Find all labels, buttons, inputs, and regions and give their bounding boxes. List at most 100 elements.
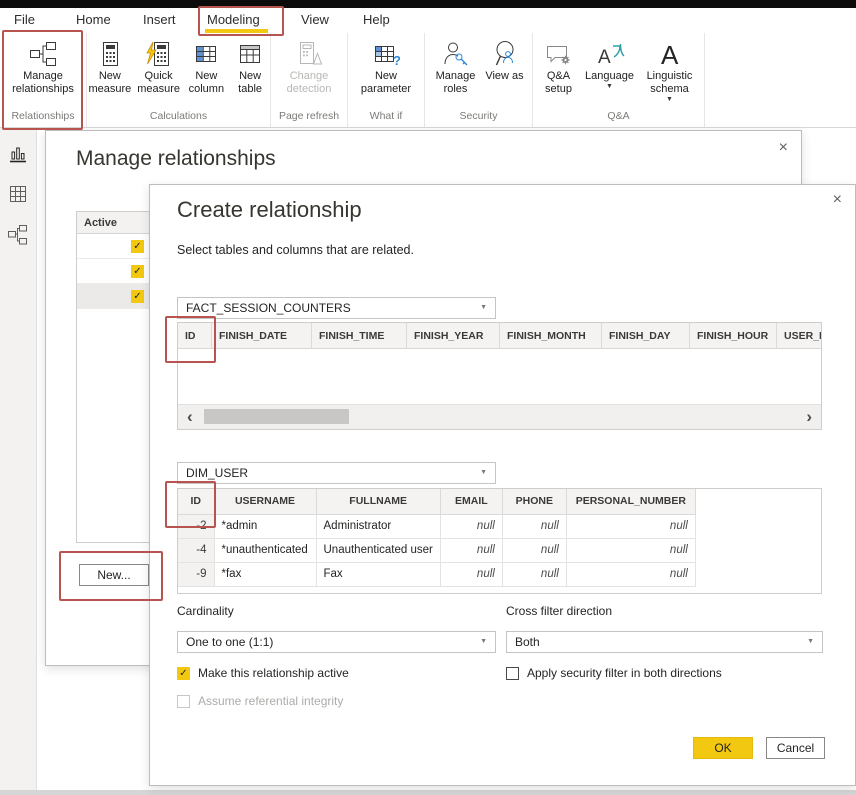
- cancel-button[interactable]: Cancel: [766, 737, 825, 759]
- cell-phone[interactable]: null: [502, 538, 566, 562]
- assume-referential-integrity-label: Assume referential integrity: [198, 694, 343, 708]
- ribbon-tab-bar: File Home Insert Modeling View Help: [0, 8, 856, 33]
- active-checkbox-checked[interactable]: ✓: [131, 240, 144, 253]
- column-header-id[interactable]: ID: [178, 489, 214, 514]
- dim-table-preview: ID USERNAME FULLNAME EMAIL PHONE PERSONA…: [177, 488, 822, 594]
- active-checkbox-checked[interactable]: ✓: [131, 290, 144, 303]
- cell-email[interactable]: null: [440, 514, 502, 538]
- make-relationship-active-label: Make this relationship active: [198, 666, 349, 680]
- scrollbar-thumb[interactable]: [204, 409, 349, 424]
- new-relationship-button[interactable]: New...: [79, 564, 149, 586]
- tab-insert[interactable]: Insert: [143, 12, 176, 27]
- table-row[interactable]: -9 *fax Fax null null null: [178, 562, 695, 586]
- cell-id[interactable]: -9: [178, 562, 214, 586]
- cell-id[interactable]: -4: [178, 538, 214, 562]
- chevron-down-icon: ▼: [606, 83, 613, 91]
- language-button[interactable]: A Language ▼: [583, 38, 637, 91]
- ok-button[interactable]: OK: [693, 737, 753, 759]
- new-column-button[interactable]: New column: [184, 38, 228, 96]
- ribbon-group-what-if: ? New parameter What if: [348, 33, 425, 127]
- svg-text:?: ?: [393, 53, 400, 67]
- active-checkbox-checked[interactable]: ✓: [131, 265, 144, 278]
- svg-text:A: A: [661, 40, 679, 68]
- new-measure-button[interactable]: New measure: [87, 38, 133, 96]
- column-header-finish-year[interactable]: FINISH_YEAR: [407, 323, 500, 348]
- column-header-finish-day[interactable]: FINISH_DAY: [602, 323, 690, 348]
- cell-fullname[interactable]: Unauthenticated user: [316, 538, 440, 562]
- cell-personal-number[interactable]: null: [566, 538, 695, 562]
- tab-home[interactable]: Home: [76, 12, 111, 27]
- tab-file[interactable]: File: [14, 12, 35, 27]
- dim-table-select[interactable]: DIM_USER ▼: [177, 462, 496, 484]
- ribbon-group-calculations: New measure Quick measure: [87, 33, 271, 127]
- ribbon: Manage relationships Relationships: [0, 33, 856, 128]
- column-header-finish-hour[interactable]: FINISH_HOUR: [690, 323, 777, 348]
- report-view-icon[interactable]: [8, 144, 28, 164]
- column-header-user-id[interactable]: USER_ID: [777, 323, 821, 348]
- table-row[interactable]: -2 *admin Administrator null null null: [178, 514, 695, 538]
- make-relationship-active-checkbox[interactable]: ✓ Make this relationship active: [177, 666, 349, 680]
- manage-relationships-icon: [28, 38, 58, 70]
- apply-security-filter-checkbox[interactable]: Apply security filter in both directions: [506, 666, 722, 680]
- linguistic-schema-button[interactable]: A Linguistic schema ▼: [639, 38, 701, 104]
- ribbon-group-page-refresh: Change detection Page refresh: [271, 33, 348, 127]
- cell-phone[interactable]: null: [502, 562, 566, 586]
- column-header-fullname[interactable]: FULLNAME: [316, 489, 440, 514]
- column-header-username[interactable]: USERNAME: [214, 489, 316, 514]
- quick-measure-button[interactable]: Quick measure: [135, 38, 183, 96]
- cell-personal-number[interactable]: null: [566, 514, 695, 538]
- manage-relationships-button[interactable]: Manage relationships: [4, 38, 82, 96]
- cell-email[interactable]: null: [440, 538, 502, 562]
- checkbox-disabled: [177, 695, 190, 708]
- column-header-finish-date[interactable]: FINISH_DATE: [212, 323, 312, 348]
- dropdown-caret-icon: ▼: [807, 638, 814, 646]
- manage-roles-button[interactable]: Manage roles: [431, 38, 481, 96]
- fact-table-select[interactable]: FACT_SESSION_COUNTERS ▼: [177, 297, 496, 319]
- cell-personal-number[interactable]: null: [566, 562, 695, 586]
- group-label-relationships: Relationships: [0, 109, 86, 127]
- column-header-email[interactable]: EMAIL: [440, 489, 502, 514]
- table-row[interactable]: -4 *unauthenticated Unauthenticated user…: [178, 538, 695, 562]
- qa-setup-button[interactable]: Q&A setup: [537, 38, 581, 96]
- speech-bubble-gear-icon: [545, 38, 573, 70]
- cross-filter-select[interactable]: Both ▼: [506, 631, 823, 653]
- cell-id[interactable]: -2: [178, 514, 214, 538]
- checkbox-unchecked[interactable]: [506, 667, 519, 680]
- cell-fullname[interactable]: Fax: [316, 562, 440, 586]
- tab-view[interactable]: View: [301, 12, 329, 27]
- column-header-id[interactable]: ID: [178, 323, 212, 348]
- tab-help[interactable]: Help: [363, 12, 390, 27]
- cell-username[interactable]: *unauthenticated: [214, 538, 316, 562]
- column-header-finish-month[interactable]: FINISH_MONTH: [500, 323, 602, 348]
- cell-username[interactable]: *admin: [214, 514, 316, 538]
- new-parameter-button[interactable]: ? New parameter: [356, 38, 416, 96]
- cell-username[interactable]: *fax: [214, 562, 316, 586]
- relationship-row[interactable]: ✓: [77, 259, 153, 284]
- change-detection-button: Change detection: [279, 38, 339, 96]
- view-as-button[interactable]: View as: [483, 38, 527, 83]
- column-header-finish-time[interactable]: FINISH_TIME: [312, 323, 407, 348]
- column-header-phone[interactable]: PHONE: [502, 489, 566, 514]
- cell-fullname[interactable]: Administrator: [316, 514, 440, 538]
- change-detection-icon: [295, 38, 323, 70]
- scroll-left-icon[interactable]: ‹: [178, 407, 202, 427]
- data-view-icon[interactable]: [8, 184, 28, 204]
- relationship-row-selected[interactable]: ✓: [77, 284, 153, 309]
- scroll-right-icon[interactable]: ›: [797, 407, 821, 427]
- cardinality-select[interactable]: One to one (1:1) ▼: [177, 631, 496, 653]
- column-header-personal-number[interactable]: PERSONAL_NUMBER: [566, 489, 695, 514]
- active-column-header: Active: [77, 212, 153, 234]
- new-table-button[interactable]: New table: [230, 38, 270, 96]
- checkbox-checked[interactable]: ✓: [177, 667, 190, 680]
- language-label: Language: [585, 70, 634, 83]
- close-icon[interactable]: ×: [833, 192, 842, 208]
- relationship-row[interactable]: ✓: [77, 234, 153, 259]
- horizontal-scrollbar[interactable]: ‹ ›: [178, 404, 821, 429]
- cell-phone[interactable]: null: [502, 514, 566, 538]
- new-table-label: New table: [230, 70, 270, 96]
- tab-modeling[interactable]: Modeling: [207, 12, 260, 27]
- model-view-icon[interactable]: [7, 224, 29, 246]
- close-icon[interactable]: ×: [779, 140, 788, 156]
- cell-email[interactable]: null: [440, 562, 502, 586]
- view-as-label: View as: [485, 70, 523, 83]
